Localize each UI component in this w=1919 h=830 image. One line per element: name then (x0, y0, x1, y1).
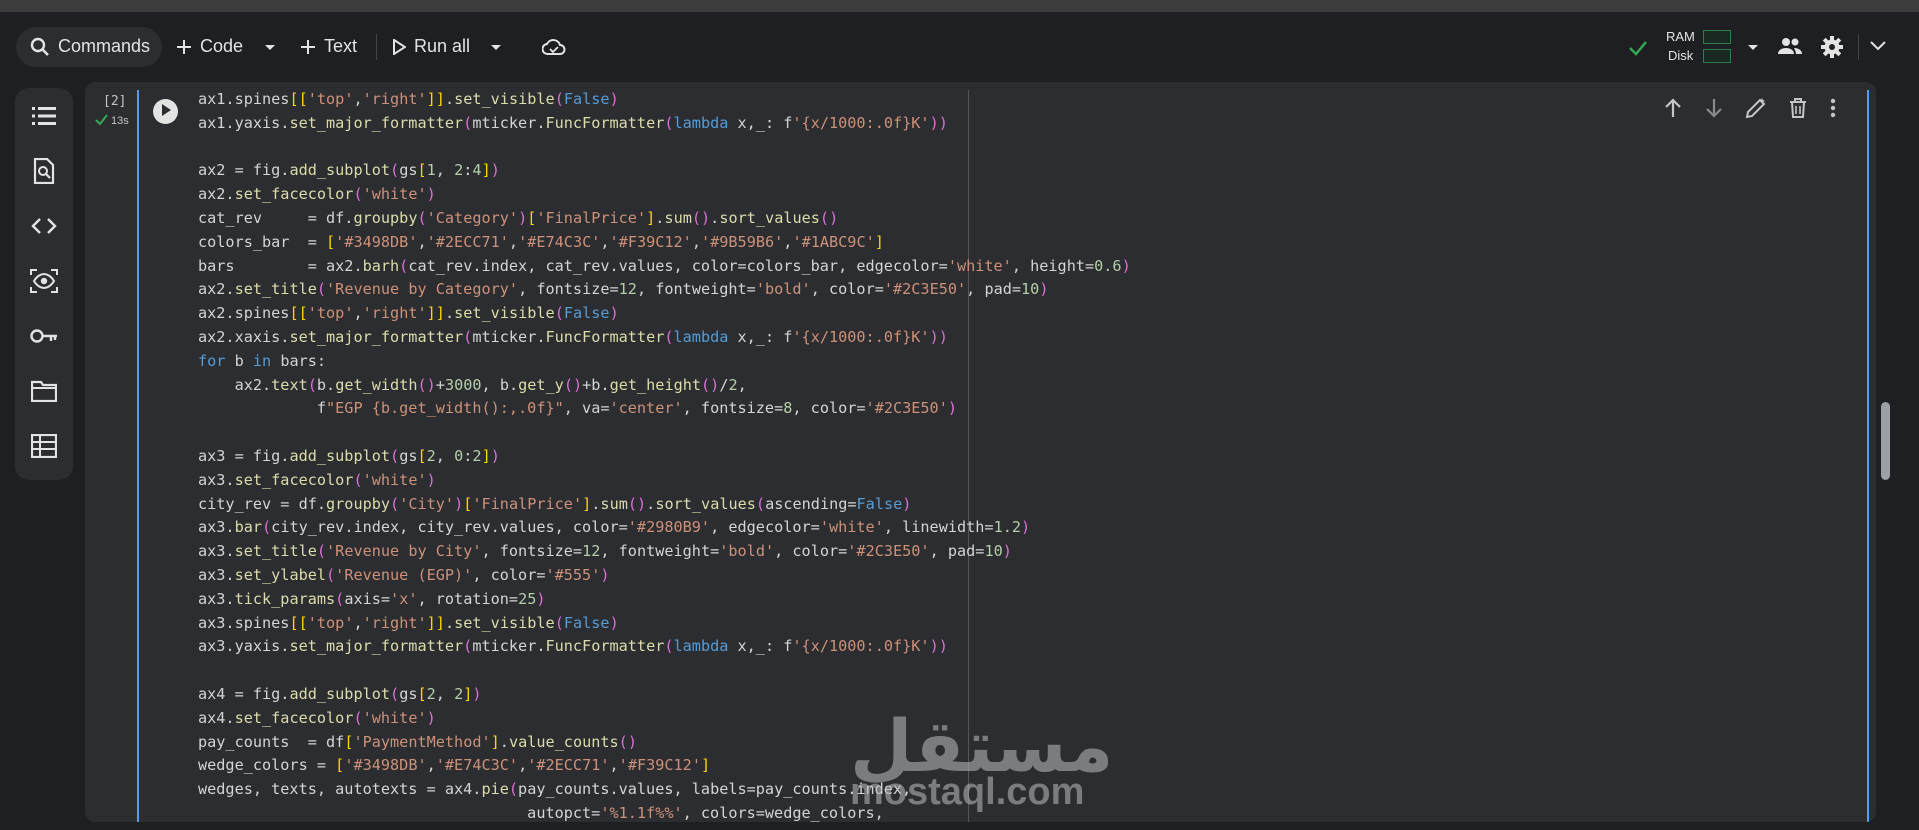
code-dropdown-chevron-icon[interactable] (264, 44, 276, 52)
code-snippets-icon[interactable] (30, 212, 58, 240)
variables-icon[interactable] (30, 267, 58, 295)
cell-focus-bar (137, 90, 139, 822)
code-line[interactable]: ax2.text(b.get_width()+3000, b.get_y()+b… (198, 374, 1131, 398)
code-line[interactable]: ​ (198, 136, 1131, 160)
delete-icon[interactable] (1789, 97, 1807, 123)
find-icon[interactable] (30, 157, 58, 185)
code-line[interactable]: ax2.spines[['top','right']].set_visible(… (198, 302, 1131, 326)
run-cell-button[interactable] (153, 99, 178, 124)
run-all-label: Run all (414, 36, 471, 56)
connected-check-icon (1628, 40, 1648, 56)
code-line[interactable]: bars = ax2.barh(cat_rev.index, cat_rev.v… (198, 255, 1131, 279)
disk-label: Disk (1668, 48, 1694, 63)
toolbar-divider (376, 34, 377, 60)
code-line[interactable]: ax1.yaxis.set_major_formatter(mticker.Fu… (198, 112, 1131, 136)
move-up-icon[interactable] (1664, 97, 1682, 123)
code-line[interactable]: ax3.set_facecolor('white') (198, 469, 1131, 493)
code-line[interactable]: ax1.spines[['top','right']].set_visible(… (198, 88, 1131, 112)
code-line[interactable]: colors_bar = ['#3498DB','#2ECC71','#E74C… (198, 231, 1131, 255)
play-icon (161, 103, 171, 121)
commands-button-content[interactable]: Commands (30, 36, 150, 57)
edit-pencil-icon[interactable] (1745, 97, 1767, 124)
execution-status: 13s (95, 114, 129, 128)
success-check-icon (95, 114, 108, 128)
code-line[interactable]: ​ (198, 421, 1131, 445)
cell-right-border (1867, 90, 1869, 822)
toc-icon[interactable] (30, 102, 58, 130)
watermark-latin: mostaql.com (850, 771, 1085, 813)
share-people-icon[interactable] (1777, 36, 1803, 56)
more-vert-icon[interactable] (1830, 98, 1836, 123)
left-sidebar (15, 88, 73, 480)
window-top-strip (0, 0, 1919, 12)
notebook-toolbar: Commands Code Text Run all RAM Disk (0, 12, 1919, 82)
code-line[interactable]: ax3.spines[['top','right']].set_visible(… (198, 612, 1131, 636)
add-code-button[interactable]: Code (176, 36, 243, 57)
code-line[interactable]: ax3 = fig.add_subplot(gs[2, 0:2]) (198, 445, 1131, 469)
search-icon (30, 37, 50, 57)
add-text-label: Text (324, 36, 358, 56)
plus-icon (176, 39, 192, 55)
collapse-header-chevron-icon[interactable] (1870, 41, 1886, 51)
execution-count: [2] (103, 94, 127, 109)
run-all-dropdown-chevron-icon[interactable] (490, 44, 502, 52)
code-line[interactable]: ax2 = fig.add_subplot(gs[1, 2:4]) (198, 159, 1131, 183)
code-line[interactable]: ax2.set_title('Revenue by Category', fon… (198, 278, 1131, 302)
code-line[interactable]: ax3.tick_params(axis='x', rotation=25) (198, 588, 1131, 612)
data-table-icon[interactable] (30, 432, 58, 460)
cloud-save-icon[interactable] (542, 38, 566, 56)
ram-label: RAM (1666, 29, 1695, 44)
code-line[interactable]: ax2.xaxis.set_major_formatter(mticker.Fu… (198, 326, 1131, 350)
code-line[interactable]: ax3.yaxis.set_major_formatter(mticker.Fu… (198, 635, 1131, 659)
run-all-button[interactable]: Run all (392, 36, 470, 57)
commands-label: Commands (58, 36, 151, 56)
add-text-button[interactable]: Text (300, 36, 357, 57)
code-line[interactable]: ax3.set_ylabel('Revenue (EGP)', color='#… (198, 564, 1131, 588)
code-line[interactable]: cat_rev = df.groupby('Category')['FinalP… (198, 207, 1131, 231)
files-folder-icon[interactable] (30, 377, 58, 405)
scrollbar-thumb[interactable] (1881, 402, 1890, 480)
toolbar-divider (1858, 34, 1859, 60)
code-line[interactable]: f"EGP {b.get_width():,.0f}", va='center'… (198, 397, 1131, 421)
code-line[interactable]: for b in bars: (198, 350, 1131, 374)
disk-meter (1703, 49, 1731, 63)
code-line[interactable]: ax3.bar(city_rev.index, city_rev.values,… (198, 516, 1131, 540)
secrets-key-icon[interactable] (30, 322, 58, 350)
plus-icon (300, 39, 316, 55)
code-line[interactable]: city_rev = df.groupby('City')['FinalPric… (198, 493, 1131, 517)
move-down-icon[interactable] (1705, 98, 1723, 123)
ram-meter (1703, 30, 1731, 44)
play-icon (392, 38, 406, 55)
execution-time: 13s (111, 115, 129, 127)
code-line[interactable]: ​ (198, 659, 1131, 683)
add-code-label: Code (200, 36, 244, 56)
resources-dropdown-chevron-icon[interactable] (1747, 44, 1759, 52)
cell-toolbar (1653, 90, 1847, 130)
code-line[interactable]: ax2.set_facecolor('white') (198, 183, 1131, 207)
code-line[interactable]: ax3.set_title('Revenue by City', fontsiz… (198, 540, 1131, 564)
settings-gear-icon[interactable] (1820, 35, 1844, 59)
